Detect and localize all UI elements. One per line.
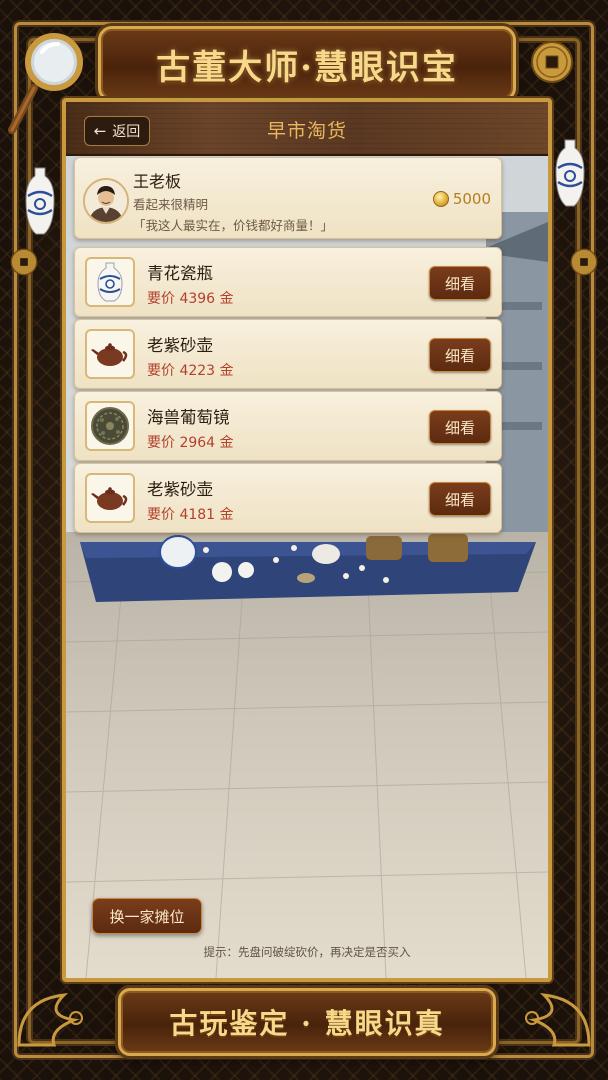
item-name: 老紫砂壶 [147, 336, 213, 355]
item-card: 老紫砂壶 要价 4181 金 细看 [74, 463, 502, 533]
item-price: 要价 4181 金 [147, 507, 234, 523]
item-thumbnail [85, 257, 135, 307]
ancient-coin-icon [531, 41, 573, 83]
top-bar: ← 返回 早市淘货 [66, 102, 548, 156]
item-name: 海兽葡萄镜 [147, 408, 230, 427]
ancient-coin-icon [570, 248, 598, 276]
slogan-text: 古玩鉴定 · 慧眼识真 [169, 1007, 445, 1040]
page-title: 早市淘货 [266, 120, 347, 142]
gold-coin-icon [432, 191, 449, 207]
teapot-icon [91, 343, 128, 366]
hint-text: 提示：先盘问破绽砍价，再决定是否买入 [203, 945, 411, 959]
merchant-avatar [83, 178, 129, 224]
vase-decoration-icon [25, 167, 55, 235]
blue-white-vase-icon [97, 262, 123, 302]
game-title-banner: 古董大师·慧眼识宝 [98, 26, 516, 102]
item-card: 青花瓷瓶 要价 4396 金 细看 [74, 247, 502, 317]
item-name: 青花瓷瓶 [147, 264, 213, 283]
merchant-quote: 「我这人最实在，价钱都好商量！」 [133, 218, 334, 233]
gold-amount: 5000 [452, 190, 491, 208]
item-name: 老紫砂壶 [147, 480, 213, 499]
merchant-description: 看起来很精明 [133, 197, 209, 212]
merchant-portrait-icon [85, 180, 127, 222]
vase-decoration-icon [555, 139, 585, 207]
merchant-card: 王老板 看起来很精明 「我这人最实在，价钱都好商量！」 5000 [74, 157, 502, 239]
teapot-icon [91, 487, 128, 510]
inspect-button[interactable]: 细看 [429, 338, 491, 372]
bronze-mirror-icon [91, 407, 129, 445]
item-card: 老紫砂壶 要价 4223 金 细看 [74, 319, 502, 389]
item-card: 海兽葡萄镜 要价 2964 金 细看 [74, 391, 502, 461]
corner-ornament-icon [17, 993, 83, 1047]
ancient-coin-icon [10, 248, 38, 276]
merchant-name: 王老板 [133, 172, 182, 191]
market-panel: ← 返回 早市淘货 王老板 看起来很精明 「我这人最实在，价钱都好商量！」 50… [62, 98, 552, 982]
inspect-button[interactable]: 细看 [429, 410, 491, 444]
game-title: 古董大师·慧眼识宝 [156, 47, 458, 88]
slogan-banner: 古玩鉴定 · 慧眼识真 [118, 988, 496, 1056]
switch-stall-button[interactable]: 换一家摊位 [92, 898, 202, 934]
inspect-button[interactable]: 细看 [429, 266, 491, 300]
corner-ornament-icon [525, 993, 591, 1047]
gold-balance: 5000 [432, 190, 491, 208]
item-price: 要价 4223 金 [147, 363, 234, 379]
item-thumbnail [85, 473, 135, 523]
item-price: 要价 4396 金 [147, 291, 234, 307]
item-thumbnail [85, 401, 135, 451]
inspect-button[interactable]: 细看 [429, 482, 491, 516]
item-thumbnail [85, 329, 135, 379]
item-price: 要价 2964 金 [147, 435, 234, 451]
